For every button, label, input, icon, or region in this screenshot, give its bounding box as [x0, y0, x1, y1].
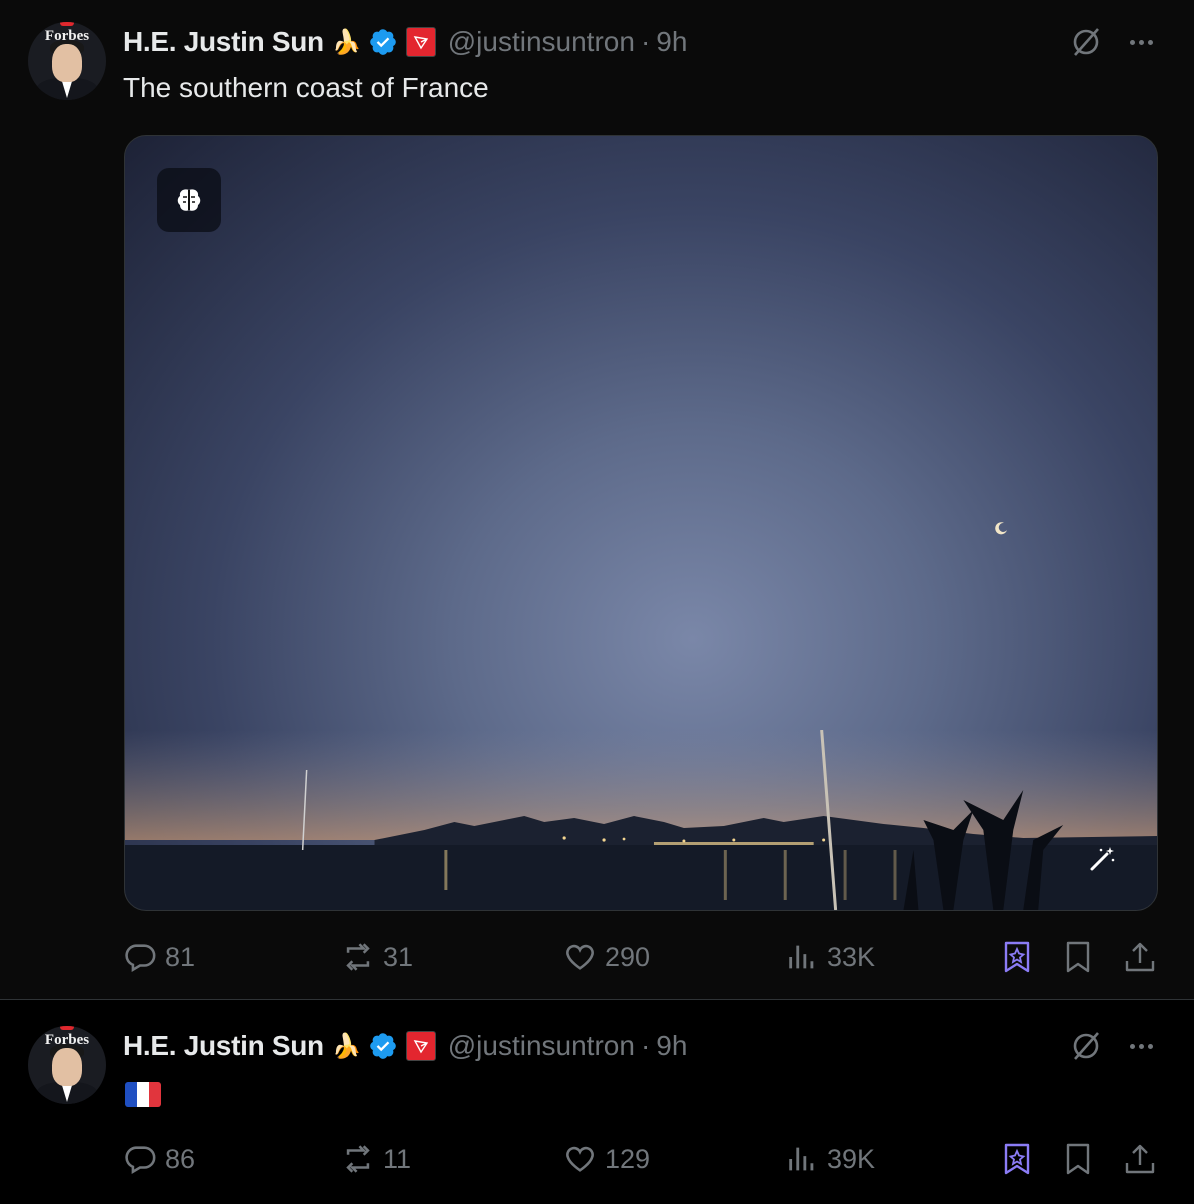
avatar-label: Forbes — [44, 1032, 90, 1048]
post-header: H.E. Justin Sun 🍌 @justinsuntron · 9h — [123, 1026, 687, 1066]
author-name[interactable]: H.E. Justin Sun — [123, 1030, 324, 1062]
author-name[interactable]: H.E. Justin Sun — [123, 26, 324, 58]
like-button[interactable]: 129 — [563, 1137, 650, 1181]
avatar[interactable]: Forbes — [28, 1026, 106, 1104]
reply-count: 81 — [165, 941, 196, 972]
views-icon — [789, 945, 814, 969]
post[interactable]: Forbes H.E. Justin Sun 🍌 @justinsuntron … — [0, 0, 1194, 1000]
post-time[interactable]: 9h — [656, 1030, 687, 1062]
repost-count: 11 — [383, 1143, 412, 1174]
view-count: 39K — [827, 1143, 876, 1174]
reply-button[interactable]: 86 — [123, 1137, 195, 1181]
magic-wand-icon[interactable] — [1087, 844, 1117, 874]
post-actions: 86 11 129 39K — [123, 1137, 1163, 1181]
grok-brain-icon[interactable] — [157, 168, 221, 232]
more-icon[interactable] — [1124, 1029, 1158, 1063]
like-count: 290 — [605, 941, 651, 972]
post-header: H.E. Justin Sun 🍌 @justinsuntron · 9h — [123, 22, 687, 62]
bookmark-icon[interactable] — [1060, 939, 1096, 975]
more-icon[interactable] — [1124, 25, 1158, 59]
separator: · — [640, 1030, 651, 1061]
repost-icon — [346, 1145, 370, 1173]
views-button[interactable]: 39K — [785, 1137, 875, 1181]
reply-button[interactable]: 81 — [123, 935, 195, 979]
grok-icon[interactable] — [1069, 1029, 1103, 1063]
verified-badge-icon[interactable] — [368, 1031, 398, 1061]
share-icon[interactable] — [1122, 939, 1158, 975]
repost-button[interactable]: 11 — [341, 1137, 411, 1181]
separator: · — [640, 26, 651, 57]
like-count: 129 — [605, 1143, 651, 1174]
author-handle[interactable]: @justinsuntron — [448, 1030, 635, 1062]
author-emoji: 🍌 — [331, 1032, 362, 1060]
tron-affiliation-icon[interactable] — [405, 1031, 436, 1061]
avatar-label: Forbes — [44, 28, 90, 44]
reply-count: 86 — [165, 1143, 196, 1174]
like-icon — [566, 1146, 594, 1172]
verified-badge-icon[interactable] — [368, 27, 398, 57]
post[interactable]: Forbes H.E. Justin Sun 🍌 @justinsuntron … — [0, 1001, 1194, 1204]
tron-affiliation-icon[interactable] — [405, 27, 436, 57]
share-icon[interactable] — [1122, 1141, 1158, 1177]
post-text: The southern coast of France — [123, 72, 489, 103]
france-flag-icon — [125, 1082, 161, 1107]
post-time[interactable]: 9h — [656, 26, 687, 58]
post-image[interactable] — [124, 135, 1158, 911]
repost-count: 31 — [383, 941, 414, 972]
reply-icon — [125, 944, 156, 973]
reply-icon — [125, 1146, 156, 1175]
grok-bookmark-icon[interactable] — [999, 939, 1035, 975]
views-icon — [789, 1147, 814, 1171]
grok-icon[interactable] — [1069, 25, 1103, 59]
moon — [995, 522, 1007, 535]
grok-bookmark-icon[interactable] — [999, 1141, 1035, 1177]
author-handle[interactable]: @justinsuntron — [448, 26, 635, 58]
repost-button[interactable]: 31 — [341, 935, 413, 979]
views-button[interactable]: 33K — [785, 935, 875, 979]
coastline-scene — [125, 730, 1157, 910]
avatar[interactable]: Forbes — [28, 22, 106, 100]
author-emoji: 🍌 — [331, 28, 362, 56]
view-count: 33K — [827, 941, 876, 972]
post-actions: 81 31 290 33K — [123, 935, 1163, 979]
like-button[interactable]: 290 — [563, 935, 650, 979]
like-icon — [566, 944, 594, 970]
repost-icon — [346, 943, 370, 971]
bookmark-icon[interactable] — [1060, 1141, 1096, 1177]
